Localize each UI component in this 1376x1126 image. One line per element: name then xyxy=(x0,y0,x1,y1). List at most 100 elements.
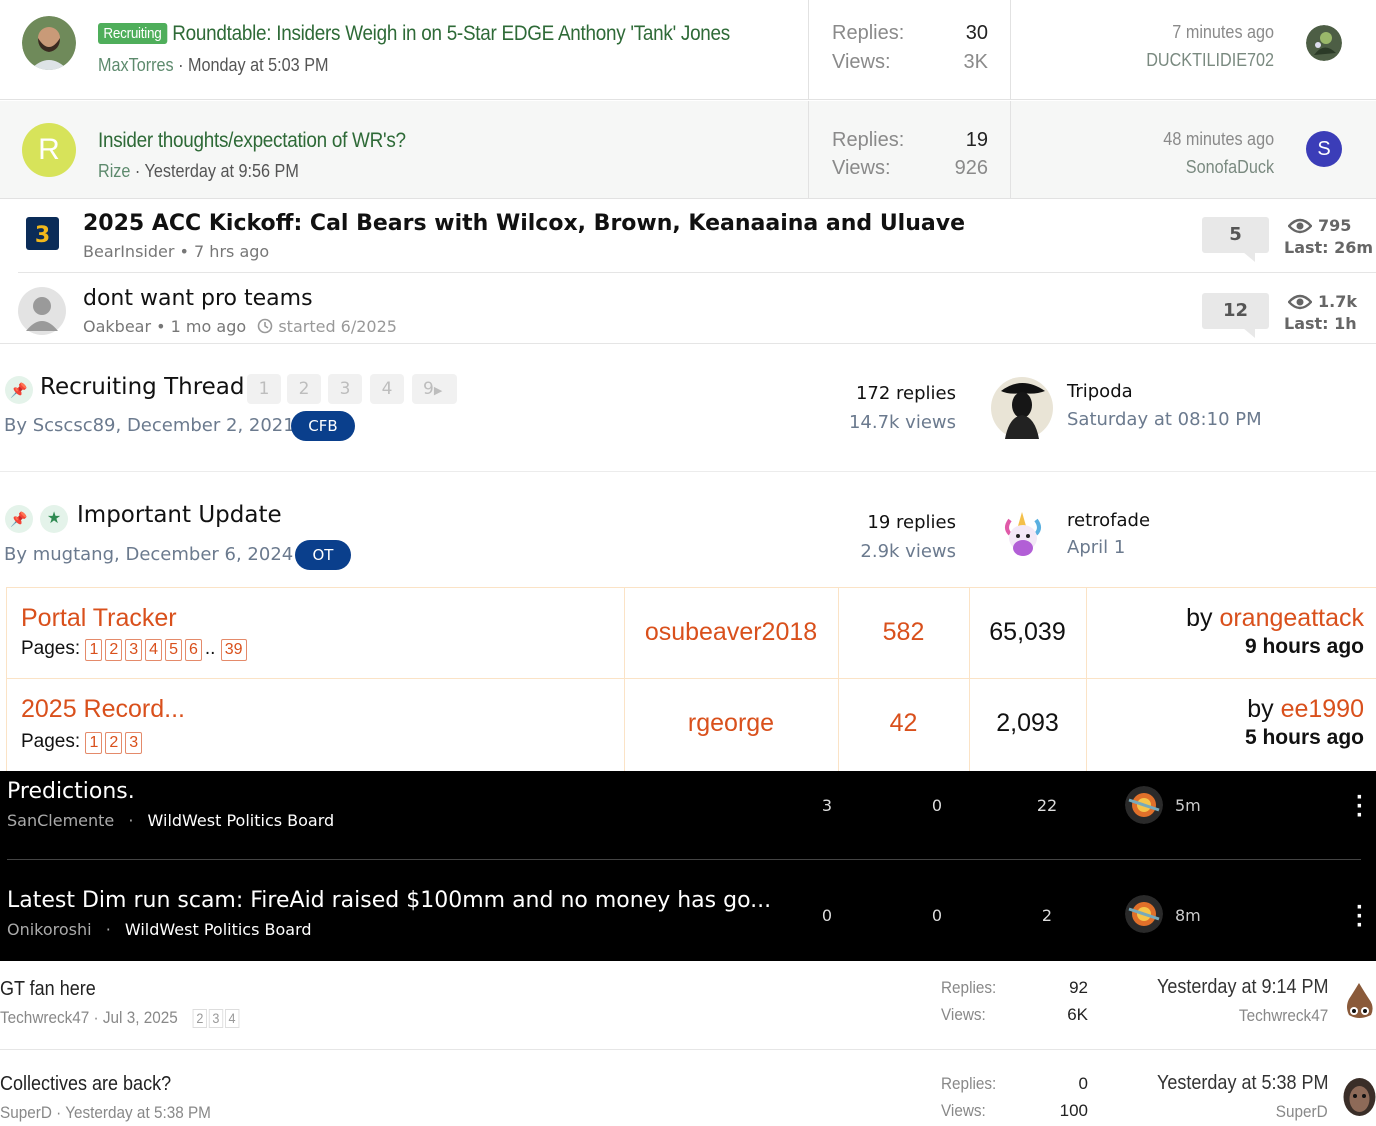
thread-title[interactable]: Insider thoughts/expectation of WR's? xyxy=(98,129,406,153)
last-post-user[interactable]: SuperD xyxy=(1276,1102,1328,1122)
thread-author[interactable]: SanClemente xyxy=(7,811,114,830)
last-poster-avatar[interactable] xyxy=(1343,1077,1376,1117)
last-reply-time[interactable]: Last: 26m xyxy=(1284,238,1373,257)
thread-started-date: started 6/2025 xyxy=(278,317,397,336)
page-link[interactable]: 4 xyxy=(370,374,404,404)
reply-count-bubble[interactable]: 12 xyxy=(1202,293,1269,338)
by-label: by xyxy=(1186,604,1220,632)
page-link[interactable]: 1 xyxy=(85,732,103,754)
table-row[interactable]: 2025 Record... Pages: 123 rgeorge 42 2,0… xyxy=(6,678,1376,771)
thread-title[interactable]: Recruiting Thread xyxy=(40,374,244,400)
thread-row[interactable]: Recruiting Roundtable: Insiders Weigh in … xyxy=(0,0,1376,100)
thread-meta[interactable]: Techwreck47 · Jul 3, 2025 xyxy=(0,1008,178,1027)
unicorn-avatar[interactable] xyxy=(1000,510,1046,560)
page-link[interactable]: 6 xyxy=(184,639,202,661)
eye-icon xyxy=(1288,218,1312,234)
thread-author[interactable]: Onikoroshi xyxy=(7,920,92,939)
page-link[interactable]: 3 xyxy=(125,639,143,661)
last-poster-avatar[interactable]: S xyxy=(1306,131,1342,167)
page-link[interactable]: 3 xyxy=(125,732,143,754)
last-poster-name[interactable]: retrofade xyxy=(1067,510,1150,531)
replies-label: Replies: xyxy=(832,22,905,44)
last-poster-avatar[interactable] xyxy=(1306,25,1342,61)
page-link[interactable]: 2 xyxy=(287,374,321,404)
thread-meta[interactable]: SuperD · Yesterday at 5:38 PM xyxy=(0,1103,211,1123)
last-poster-avatar[interactable] xyxy=(1343,981,1376,1021)
thread-title[interactable]: Important Update xyxy=(77,502,282,528)
last-post-time[interactable]: Yesterday at 9:14 PM xyxy=(1157,976,1328,999)
thread-starter[interactable]: rgeorge xyxy=(624,709,838,738)
last-post-time[interactable]: 48 minutes ago xyxy=(1163,129,1274,150)
last-poster-avatar[interactable] xyxy=(991,377,1053,439)
last-post-time[interactable]: 5 hours ago xyxy=(1245,726,1364,750)
row-divider xyxy=(0,471,1376,472)
view-count: 65,039 xyxy=(989,618,1066,646)
thread-meta[interactable]: By Scscsc89, December 2, 2021 xyxy=(4,415,295,436)
page-link[interactable]: 2 xyxy=(105,639,123,661)
table-row[interactable]: Portal Tracker Pages: 1 2 3 4 5 6.. 39 osubea… xyxy=(6,587,1376,678)
page-link[interactable]: 4 xyxy=(145,639,163,661)
thread-date[interactable]: Monday at 5:03 PM xyxy=(188,55,328,75)
page-link[interactable]: 1 xyxy=(85,639,103,661)
thread-meta[interactable]: By mugtang, December 6, 2024 xyxy=(4,544,293,565)
author-avatar[interactable] xyxy=(22,16,76,70)
thread-meta[interactable]: BearInsider • 7 hrs ago xyxy=(83,242,269,261)
more-options-icon[interactable]: · · · xyxy=(1352,786,1368,828)
forum-tag[interactable]: CFB xyxy=(291,411,355,441)
thread-title[interactable]: Latest Dim run scam: FireAid raised $100… xyxy=(7,888,771,913)
last-post-time[interactable]: 5m xyxy=(1175,796,1201,815)
forum-tag[interactable]: OT xyxy=(295,540,351,570)
last-reply-time[interactable]: Last: 1h xyxy=(1284,314,1357,333)
stat-count: 2 xyxy=(1041,906,1053,925)
thread-starter[interactable]: osubeaver2018 xyxy=(624,618,838,647)
author-avatar[interactable]: R xyxy=(22,123,76,177)
reply-count-bubble[interactable]: 5 xyxy=(1202,217,1269,262)
page-link-last[interactable]: 39 xyxy=(220,639,247,661)
last-poster-name[interactable]: orangeattack xyxy=(1219,604,1364,632)
last-post-time[interactable]: 8m xyxy=(1175,906,1201,925)
last-poster-name[interactable]: ee1990 xyxy=(1281,695,1364,723)
page-link[interactable]: 2 xyxy=(105,732,123,754)
last-post-date[interactable]: Saturday at 08:10 PM xyxy=(1067,409,1262,430)
thread-title[interactable]: 2025 ACC Kickoff: Cal Bears with Wilcox,… xyxy=(83,211,965,236)
last-post-time[interactable]: 9 hours ago xyxy=(1245,635,1364,659)
thread-title[interactable]: dont want pro teams xyxy=(83,286,313,311)
row-divider xyxy=(7,859,1361,860)
thread-title[interactable]: Roundtable: Insiders Weigh in on 5-Star … xyxy=(172,22,730,45)
reply-count[interactable]: 42 xyxy=(838,709,969,738)
thread-title[interactable]: GT fan here xyxy=(0,978,96,1001)
last-post-user[interactable]: DUCKTILIDIE702 xyxy=(1146,50,1274,71)
thread-author[interactable]: MaxTorres xyxy=(98,55,174,75)
reply-count: 172 replies xyxy=(855,383,956,404)
thread-title[interactable]: Collectives are back? xyxy=(0,1073,171,1096)
page-link[interactable]: 1 xyxy=(247,374,281,404)
last-post-user[interactable]: Techwreck47 xyxy=(1239,1006,1328,1026)
last-post-time[interactable]: 7 minutes ago xyxy=(1172,22,1274,43)
thread-title[interactable]: Predictions. xyxy=(7,779,135,804)
last-poster-name[interactable]: Tripoda xyxy=(1067,381,1133,402)
page-link[interactable]: 3 xyxy=(328,374,362,404)
page-link[interactable]: 4 xyxy=(224,1009,240,1028)
last-poster-avatar[interactable] xyxy=(1125,786,1163,824)
board-name[interactable]: WildWest Politics Board xyxy=(125,920,312,939)
page-link[interactable]: 3 xyxy=(208,1009,224,1028)
thread-title[interactable]: 2025 Record... xyxy=(21,695,185,724)
page-link[interactable]: 2 xyxy=(192,1009,208,1028)
thread-meta[interactable]: Oakbear • 1 mo ago xyxy=(83,317,246,336)
thread-row[interactable]: R Insider thoughts/expectation of WR's? … xyxy=(0,101,1376,199)
last-poster-avatar[interactable] xyxy=(1125,895,1163,933)
default-avatar-icon[interactable] xyxy=(18,287,66,335)
last-post-time[interactable]: Yesterday at 5:38 PM xyxy=(1157,1072,1328,1095)
thread-date[interactable]: Yesterday at 9:56 PM xyxy=(145,161,299,181)
thread-author[interactable]: Rize xyxy=(98,161,130,181)
thread-title[interactable]: Portal Tracker xyxy=(21,604,177,633)
page-link[interactable]: 5 xyxy=(165,639,182,661)
last-post-date[interactable]: April 1 xyxy=(1067,537,1125,558)
board-name[interactable]: WildWest Politics Board xyxy=(148,811,335,830)
stat-count: 22 xyxy=(1036,796,1058,815)
more-options-icon[interactable]: · · · xyxy=(1352,896,1368,938)
page-link-last[interactable]: 9▶ xyxy=(412,374,457,404)
reply-count[interactable]: 582 xyxy=(838,618,969,647)
last-post-user[interactable]: SonofaDuck xyxy=(1186,157,1274,178)
recruiting-prefix-badge[interactable]: Recruiting xyxy=(98,23,167,44)
